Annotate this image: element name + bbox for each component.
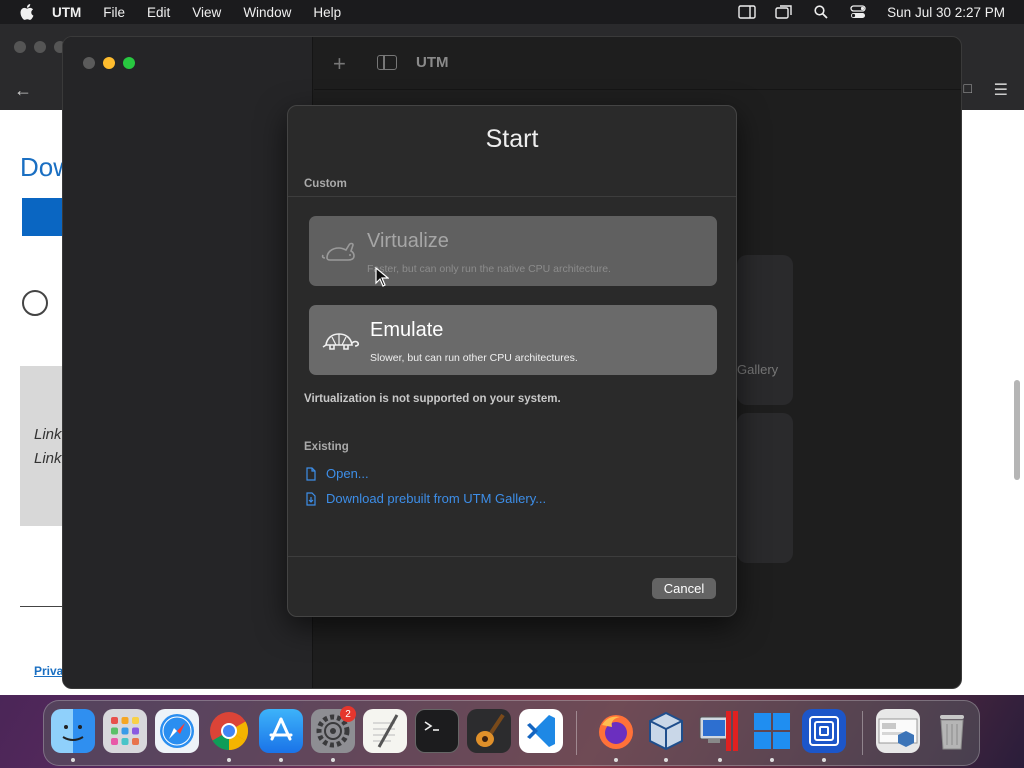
footer-separator xyxy=(288,556,736,557)
info-box xyxy=(20,366,64,526)
dock-garageband-icon[interactable] xyxy=(467,709,511,753)
section-separator xyxy=(288,196,736,197)
privacy-link[interactable]: Priva xyxy=(34,664,63,678)
dock: 2 xyxy=(43,700,980,766)
add-vm-icon[interactable]: + xyxy=(333,51,346,77)
open-link-label: Open... xyxy=(326,466,369,481)
dock-settings-running-dot xyxy=(331,758,335,762)
browser-close-button[interactable] xyxy=(14,41,26,53)
dock-windows-running-dot xyxy=(770,758,774,762)
menu-icon[interactable]: ☰ xyxy=(994,80,1008,100)
emulate-option[interactable]: Emulate Slower, but can run other CPU ar… xyxy=(309,305,717,375)
mouse-pointer-icon xyxy=(375,267,389,287)
menu-file[interactable]: File xyxy=(103,5,125,20)
turtle-icon xyxy=(322,333,359,350)
link-text-2[interactable]: Link xyxy=(34,450,62,467)
emulate-description: Slower, but can run other CPU architectu… xyxy=(370,352,578,364)
menu-app-name[interactable]: UTM xyxy=(52,5,81,20)
link-text-1[interactable]: Link xyxy=(34,426,62,443)
dock-divider-2 xyxy=(862,711,863,755)
sidebar-icon[interactable] xyxy=(737,4,757,20)
dock-divider xyxy=(576,711,577,755)
settings-notification-badge: 2 xyxy=(340,706,356,722)
existing-section-label: Existing xyxy=(304,441,349,453)
dock-utm-running-dot xyxy=(822,758,826,762)
virtualize-option[interactable]: Virtualize Faster, but can only run the … xyxy=(309,216,717,286)
download-document-icon xyxy=(306,491,316,506)
add-circle-icon[interactable] xyxy=(22,290,48,316)
dock-downloads-stack-icon[interactable] xyxy=(876,709,920,753)
dock-windows-icon[interactable] xyxy=(750,709,794,753)
dock-firefox-icon[interactable] xyxy=(594,709,638,753)
dock-safari-icon[interactable] xyxy=(155,709,199,753)
back-arrow-icon[interactable]: ← xyxy=(14,80,32,101)
dock-virtualbox-running-dot xyxy=(664,758,668,762)
dock-virtualbox-icon[interactable] xyxy=(644,709,688,753)
dock-trash-icon[interactable] xyxy=(930,709,974,753)
dock-app-store-icon[interactable] xyxy=(259,709,303,753)
toggle-sidebar-icon[interactable] xyxy=(377,55,397,70)
gallery-card-label: Gallery xyxy=(737,362,779,377)
toolbar-divider xyxy=(314,89,961,90)
dock-finder-icon[interactable] xyxy=(51,709,95,753)
dock-launchpad-icon[interactable] xyxy=(103,709,147,753)
custom-section-label: Custom xyxy=(304,178,347,190)
menu-bar: UTM File Edit View Window Help Sun Jul 3… xyxy=(0,0,1024,24)
utm-sidebar xyxy=(63,37,313,688)
dock-parallels-running-dot xyxy=(718,758,722,762)
browser-scrollbar[interactable] xyxy=(1014,380,1020,480)
welcome-card-2[interactable] xyxy=(737,413,793,563)
virtualize-title: Virtualize xyxy=(367,230,449,252)
menu-window[interactable]: Window xyxy=(243,5,291,20)
download-gallery-label: Download prebuilt from UTM Gallery... xyxy=(326,491,547,506)
menu-view[interactable]: View xyxy=(192,5,221,20)
document-icon xyxy=(306,466,316,481)
window-zoom-button[interactable] xyxy=(123,57,135,69)
screen-mirroring-icon[interactable] xyxy=(774,4,794,20)
sheet-title: Start xyxy=(485,125,539,153)
dock-vscode-icon[interactable] xyxy=(519,709,563,753)
window-minimize-button[interactable] xyxy=(103,57,115,69)
menu-help[interactable]: Help xyxy=(313,5,341,20)
browser-minimize-button[interactable] xyxy=(34,41,46,53)
download-button[interactable] xyxy=(22,198,62,236)
apple-menu-icon[interactable] xyxy=(18,0,36,24)
start-sheet: Start Custom Virtualize Faster, but can … xyxy=(287,105,737,617)
divider xyxy=(20,606,64,607)
welcome-card-1[interactable] xyxy=(737,255,793,405)
download-gallery-link[interactable]: Download prebuilt from UTM Gallery... xyxy=(304,491,546,506)
dock-chrome-icon[interactable] xyxy=(207,709,251,753)
dock-terminal-icon[interactable] xyxy=(415,709,459,753)
control-center-icon[interactable] xyxy=(848,4,868,20)
dock-chrome-running-dot xyxy=(227,758,231,762)
dock-finder-running-dot xyxy=(71,758,75,762)
dock-textedit-icon[interactable] xyxy=(363,709,407,753)
menu-edit[interactable]: Edit xyxy=(147,5,170,20)
dock-parallels-icon[interactable] xyxy=(696,709,740,753)
menu-bar-clock[interactable]: Sun Jul 30 2:27 PM xyxy=(887,5,1005,20)
virtualize-description: Faster, but can only run the native CPU … xyxy=(367,263,611,275)
window-title: UTM xyxy=(416,54,449,71)
dock-utm-icon[interactable] xyxy=(802,709,846,753)
dock-firefox-running-dot xyxy=(614,758,618,762)
emulate-title: Emulate xyxy=(370,319,444,341)
rabbit-icon xyxy=(321,242,355,261)
cancel-button[interactable]: Cancel xyxy=(652,578,716,599)
open-link[interactable]: Open... xyxy=(304,466,369,481)
window-close-button[interactable] xyxy=(83,57,95,69)
dock-app-store-running-dot xyxy=(279,758,283,762)
spotlight-search-icon[interactable] xyxy=(811,4,831,20)
share-icon[interactable]: □ xyxy=(964,80,972,96)
virtualization-unsupported-note: Virtualization is not supported on your … xyxy=(304,393,561,405)
